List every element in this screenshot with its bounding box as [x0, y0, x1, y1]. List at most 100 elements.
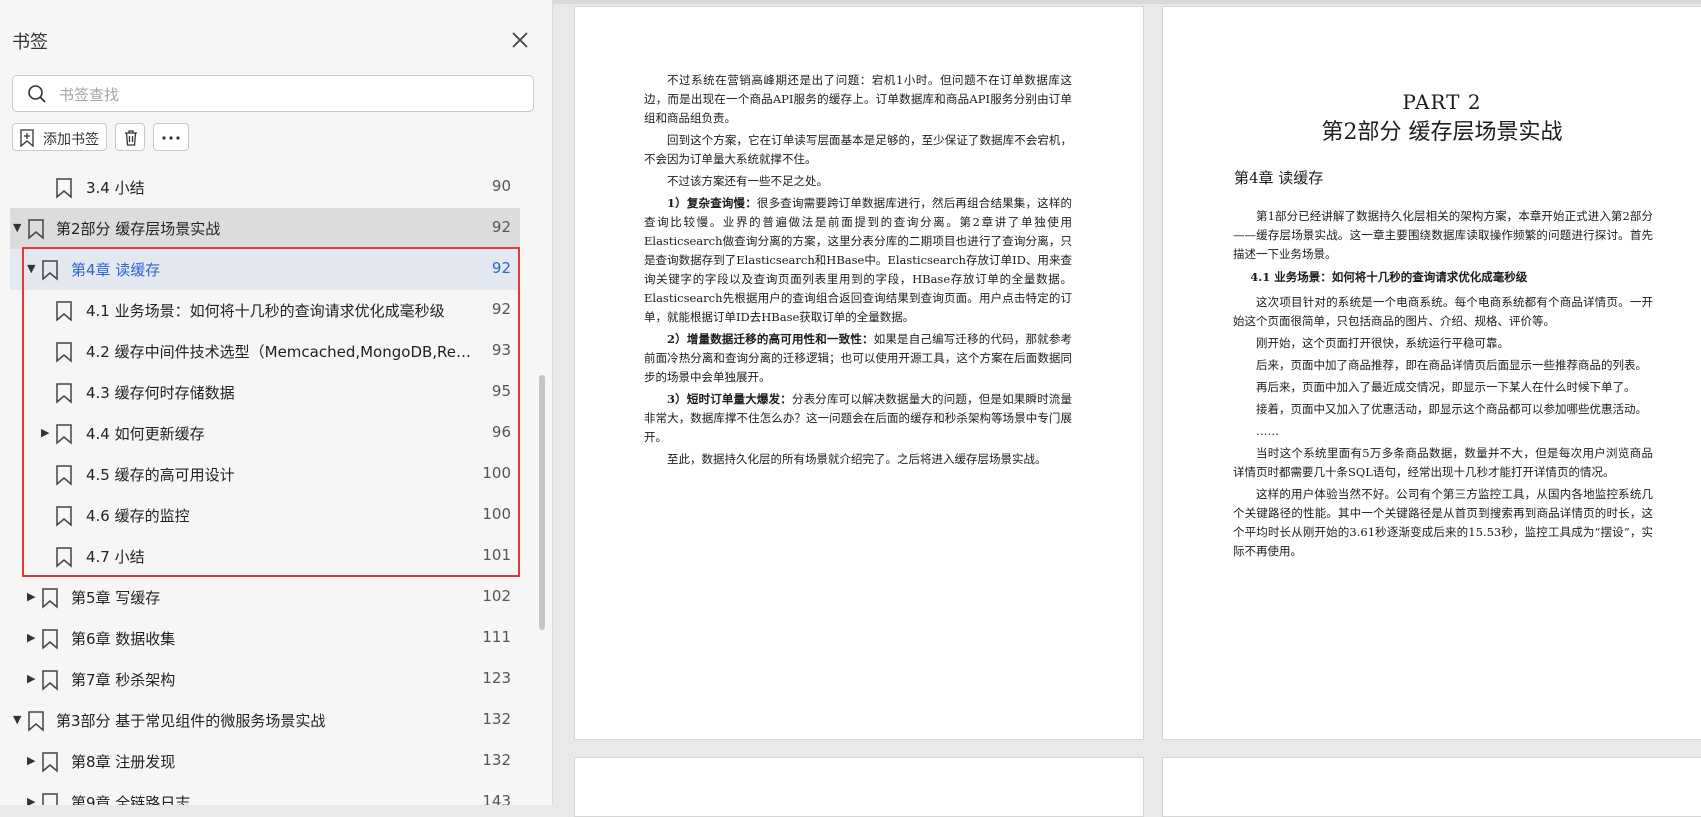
bookmark-label: 第7章 秒杀架构 [71, 671, 176, 689]
paragraph: 2）增量数据迁移的高可用性和一致性：如果是自己编写迁移的代码，那就参考前面冷热分… [644, 330, 1072, 387]
bookmark-icon [54, 546, 74, 568]
bookmark-item[interactable]: ▶ 4.4 如何更新缓存 96 [10, 413, 520, 454]
paragraph: 这样的用户体验当然不好。公司有个第三方监控工具，从国内各地监控系统几个关键路径的… [1233, 487, 1653, 558]
paragraph-lead: 3）短时订单量大爆发： [667, 392, 792, 406]
bookmark-search-box[interactable] [12, 75, 534, 112]
add-bookmark-button[interactable]: 添加书签 [12, 123, 107, 151]
bookmark-icon [54, 423, 74, 445]
paragraph: 再后来，页面中加入了最近成交情况，即显示一下某人在什么时候下单了。 [1256, 380, 1636, 394]
bookmark-item[interactable]: ▶ 第9章 全链路日志 143 [10, 782, 520, 805]
paragraph-text: 很多查询需要跨订单数据库进行，然后再组合结果集，这样的查询比较慢。业界的普遍做法… [644, 196, 1072, 324]
bookmark-item[interactable]: 3.4 小结 90 [10, 167, 520, 208]
bookmark-item[interactable]: 4.3 缓存何时存储数据 95 [10, 372, 520, 413]
bookmark-icon [40, 587, 60, 609]
part-label: PART 2 [1402, 90, 1482, 114]
document-page-right: PART 2 第2部分 缓存层场景实战 第4章 读缓存 第1部分已经讲解了数据持… [1162, 6, 1701, 740]
section-title: 4.1 业务场景：如何将十几秒的查询请求优化成毫秒级 [1250, 270, 1528, 284]
paragraph: 当时这个系统里面有5万多条商品数据，数量并不大，但是每次用户浏览商品详情页时都需… [1233, 446, 1653, 479]
delete-bookmark-button[interactable] [115, 123, 145, 151]
paragraph: 这次项目针对的系统是一个电商系统。每个电商系统都有个商品详情页。一开始这个页面很… [1233, 295, 1653, 328]
expand-arrow-icon[interactable]: ▶ [27, 795, 39, 805]
bookmark-icon [40, 628, 60, 650]
bookmark-page-number: 95 [491, 382, 511, 400]
page-text-body: 第1部分已经讲解了数据持久化层相关的架构方案，本章开始正式进入第2部分——缓存层… [1233, 207, 1653, 564]
document-page-left: 不过系统在营销高峰期还是出了问题：宕机1小时。但问题不在订单数据库这边，而是出现… [574, 6, 1144, 740]
bookmark-icon [26, 710, 46, 732]
expand-arrow-icon[interactable]: ▶ [41, 426, 53, 440]
paragraph: …… [1256, 424, 1279, 438]
page-text-body: 不过系统在营销高峰期还是出了问题：宕机1小时。但问题不在订单数据库这边，而是出现… [644, 71, 1072, 472]
bookmark-item[interactable]: 4.1 业务场景：如何将十几秒的查询请求优化成毫秒级 92 [10, 290, 520, 331]
bookmark-icon [40, 669, 60, 691]
bookmark-icon [54, 464, 74, 486]
bookmark-panel: 书签 添加书签 3.4 小结 90 ▼ [0, 0, 553, 805]
bookmark-label: 4.6 缓存的监控 [86, 507, 190, 525]
bookmark-label: 4.3 缓存何时存储数据 [86, 384, 235, 402]
bookmark-item[interactable]: 4.2 缓存中间件技术选型（Memcached,MongoDB,Redis,Ta… [10, 331, 520, 372]
bookmark-page-number: 101 [482, 546, 511, 564]
bookmark-item[interactable]: 4.7 小结 101 [10, 536, 520, 577]
bookmark-item[interactable]: ▶ 第7章 秒杀架构 123 [10, 659, 520, 700]
bookmark-icon [54, 300, 74, 322]
collapse-arrow-icon[interactable]: ▼ [13, 713, 25, 727]
paragraph: 回到这个方案，它在订单读写层面基本是足够的，至少保证了数据库不会宕机，不会因为订… [644, 133, 1072, 166]
bookmark-page-number: 100 [482, 505, 511, 523]
bookmark-page-number: 123 [482, 669, 511, 687]
document-page-next-left [574, 757, 1144, 817]
collapse-arrow-icon[interactable]: ▼ [13, 221, 25, 235]
bookmark-page-number: 92 [491, 259, 511, 277]
bookmark-item[interactable]: ▶ 第8章 注册发现 132 [10, 741, 520, 782]
bookmark-page-number: 93 [491, 341, 511, 359]
bookmark-search-input[interactable] [57, 82, 521, 108]
trash-icon [125, 130, 137, 146]
bookmark-label: 第2部分 缓存层场景实战 [56, 220, 221, 238]
paragraph-lead: 1）复杂查询慢： [667, 196, 757, 210]
expand-arrow-icon[interactable]: ▶ [27, 590, 39, 604]
bookmark-icon [40, 751, 60, 773]
bookmark-item[interactable]: 4.6 缓存的监控 100 [10, 495, 520, 536]
paragraph: 刚开始，这个页面打开很快，系统运行平稳可靠。 [1256, 336, 1509, 350]
expand-arrow-icon[interactable]: ▶ [27, 631, 39, 645]
bookmark-label: 第8章 注册发现 [71, 753, 176, 771]
bookmark-item[interactable]: ▶ 第6章 数据收集 111 [10, 618, 520, 659]
collapse-arrow-icon[interactable]: ▼ [27, 262, 39, 276]
bookmark-label: 第6章 数据收集 [71, 630, 176, 648]
paragraph: 至此，数据持久化层的所有场景就介绍完了。之后将进入缓存层场景实战。 [667, 452, 1047, 466]
bookmark-label: 4.1 业务场景：如何将十几秒的查询请求优化成毫秒级 [86, 302, 445, 320]
bookmark-page-number: 143 [482, 792, 511, 805]
bookmark-item[interactable]: 4.5 缓存的高可用设计 100 [10, 454, 520, 495]
bookmark-item[interactable]: ▼ 第2部分 缓存层场景实战 92 [10, 208, 520, 249]
ellipsis-icon [162, 136, 180, 140]
bookmark-icon [54, 177, 74, 199]
bookmark-label: 第4章 读缓存 [71, 261, 161, 279]
bookmark-icon [54, 341, 74, 363]
paragraph-lead: 2）增量数据迁移的高可用性和一致性： [667, 332, 874, 346]
bookmark-item[interactable]: ▶ 第5章 写缓存 102 [10, 577, 520, 618]
bookmark-page-number: 92 [491, 300, 511, 318]
bookmark-page-number: 102 [482, 587, 511, 605]
bookmark-page-number: 111 [482, 628, 511, 646]
close-icon[interactable] [508, 28, 532, 52]
bookmark-label: 第3部分 基于常见组件的微服务场景实战 [56, 712, 326, 730]
bookmark-icon [54, 382, 74, 404]
paragraph: 后来，页面中加了商品推荐，即在商品详情页后面显示一些推荐商品的列表。 [1256, 358, 1647, 372]
chapter-title: 第4章 读缓存 [1234, 169, 1324, 187]
search-icon [27, 84, 47, 104]
bookmark-page-number: 132 [482, 751, 511, 769]
more-options-button[interactable] [153, 123, 189, 151]
part-title: 第2部分 缓存层场景实战 [1321, 120, 1563, 145]
bookmark-page-number: 92 [491, 218, 511, 236]
paragraph: 不过该方案还有一些不足之处。 [667, 174, 828, 188]
bookmark-label: 第5章 写缓存 [71, 589, 161, 607]
bookmark-item[interactable]: ▼ 第3部分 基于常见组件的微服务场景实战 132 [10, 700, 520, 741]
bookmark-item-selected[interactable]: ▼ 第4章 读缓存 92 [10, 249, 520, 290]
expand-arrow-icon[interactable]: ▶ [27, 754, 39, 768]
bookmark-label: 4.7 小结 [86, 548, 145, 566]
add-bookmark-icon [19, 129, 35, 148]
bookmark-page-number: 100 [482, 464, 511, 482]
sidebar-scrollbar[interactable] [539, 375, 545, 630]
expand-arrow-icon[interactable]: ▶ [27, 672, 39, 686]
add-bookmark-label: 添加书签 [43, 132, 99, 148]
bookmark-page-number: 90 [491, 177, 511, 195]
bookmark-icon [26, 218, 46, 240]
